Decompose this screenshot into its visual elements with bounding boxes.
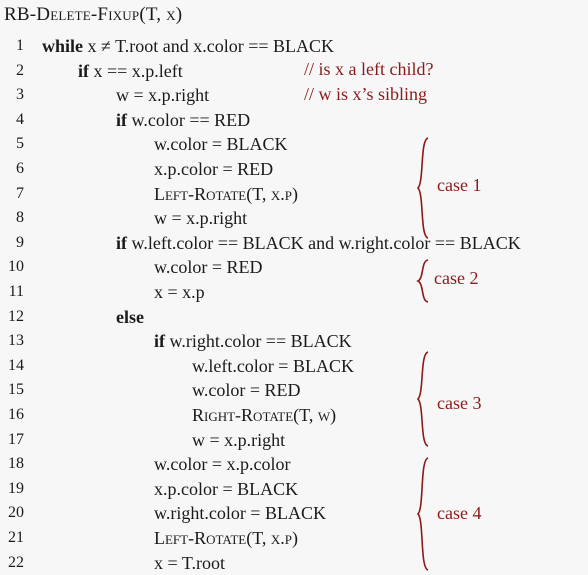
case4-brace-icon: [416, 457, 429, 571]
case3-brace-icon: [416, 351, 429, 447]
case2-label: case 2: [434, 268, 479, 288]
code-text: w.right.color = BLACK: [154, 503, 326, 524]
code-line: 11 x = x.p: [0, 280, 588, 304]
line-number: 14: [8, 356, 24, 374]
code-text: x.p.color = BLACK: [154, 478, 299, 499]
case2-brace-icon: [416, 259, 429, 303]
comment-sibling: // w is x’s sibling: [304, 84, 428, 104]
line-number: 19: [8, 479, 24, 497]
code-line: 2 if x == x.p.left: [0, 59, 588, 83]
code-text: Right-Rotate(T, w): [192, 405, 337, 425]
code-text: if x == x.p.left: [78, 60, 183, 81]
line-number: 16: [8, 406, 24, 423]
line-number: 4: [16, 110, 24, 128]
code-line: 14 w.left.color = BLACK: [0, 354, 588, 378]
code-text: Left-Rotate(T, x.p): [154, 528, 298, 548]
code-text: else: [116, 306, 144, 327]
code-line: 10 w.color = RED: [0, 255, 588, 279]
code-text: w = x.p.right: [154, 208, 248, 229]
code-line: 13 if w.right.color == BLACK: [0, 329, 588, 353]
line-number: 5: [16, 135, 24, 153]
case1-brace-icon: [416, 137, 429, 239]
line-number: 12: [8, 307, 24, 325]
line-number: 11: [8, 283, 24, 300]
code-line: 19 x.p.color = BLACK: [0, 477, 588, 501]
line-number: 18: [8, 455, 24, 473]
code-line: 22 x = T.root: [0, 551, 588, 575]
pseudocode-figure: RB-Delete-Fixup(T, x) 1 while x ≠ T.root …: [0, 0, 588, 575]
code-text: w.color = x.p.color: [154, 454, 291, 475]
line-number: 10: [8, 258, 24, 276]
code-text: w = x.p.right: [192, 429, 286, 450]
case3-label: case 3: [437, 393, 482, 413]
code-line: 17 w = x.p.right: [0, 428, 588, 452]
line-number: 7: [16, 184, 24, 202]
line-number: 13: [8, 332, 24, 350]
code-line: 1 while x ≠ T.root and x.color == BLACK: [0, 34, 588, 58]
code-text: while x ≠ T.root and x.color == BLACK: [42, 36, 335, 56]
code-line: 6 x.p.color = RED: [0, 157, 588, 181]
code-text: x = x.p: [154, 282, 205, 302]
line-number: 20: [8, 504, 24, 522]
line-number: 2: [16, 61, 24, 79]
code-line: 3 w = x.p.right: [0, 83, 588, 107]
code-line: 9 if w.left.color == BLACK and w.right.co…: [0, 231, 588, 255]
procedure-title: RB-Delete-Fixup(T, x): [4, 4, 183, 25]
code-line: 15 w.color = RED: [0, 378, 588, 402]
code-line: 20 w.right.color = BLACK: [0, 501, 588, 525]
code-text: w = x.p.right: [116, 85, 210, 106]
case1-label: case 1: [437, 175, 482, 195]
code-text: if w.color == RED: [116, 109, 251, 130]
code-text: if w.left.color == BLACK and w.right.col…: [116, 232, 521, 253]
line-number: 6: [16, 160, 24, 177]
line-number: 15: [8, 381, 24, 399]
line-number: 21: [8, 529, 24, 546]
line-number: 17: [8, 430, 24, 448]
code-text: x.p.color = RED: [154, 159, 274, 179]
case4-label: case 4: [437, 503, 482, 523]
code-line: 18 w.color = x.p.color: [0, 452, 588, 476]
line-number: 1: [16, 37, 24, 54]
comment-left-child: // is x a left child?: [304, 59, 434, 79]
code-text: w.color = BLACK: [154, 134, 288, 155]
code-line: 21 Left-Rotate(T, x.p): [0, 526, 588, 550]
code-text: w.color = RED: [154, 257, 263, 278]
code-line: 12 else: [0, 305, 588, 329]
code-line: 8 w = x.p.right: [0, 206, 588, 230]
line-number: 22: [8, 553, 24, 571]
line-number: 9: [16, 233, 24, 251]
code-text: x = T.root: [154, 552, 225, 573]
line-number: 3: [16, 86, 24, 104]
code-text: Left-Rotate(T, x.p): [154, 183, 298, 204]
code-line: 16 Right-Rotate(T, w): [0, 403, 588, 427]
code-line: 7 Left-Rotate(T, x.p): [0, 182, 588, 206]
code-line: 4 if w.color == RED: [0, 108, 588, 132]
code-line: 5 w.color = BLACK: [0, 132, 588, 156]
line-number: 8: [16, 209, 24, 227]
code-text: w.color = RED: [192, 380, 301, 401]
code-text: if w.right.color == BLACK: [154, 331, 352, 352]
code-text: w.left.color = BLACK: [192, 355, 354, 376]
